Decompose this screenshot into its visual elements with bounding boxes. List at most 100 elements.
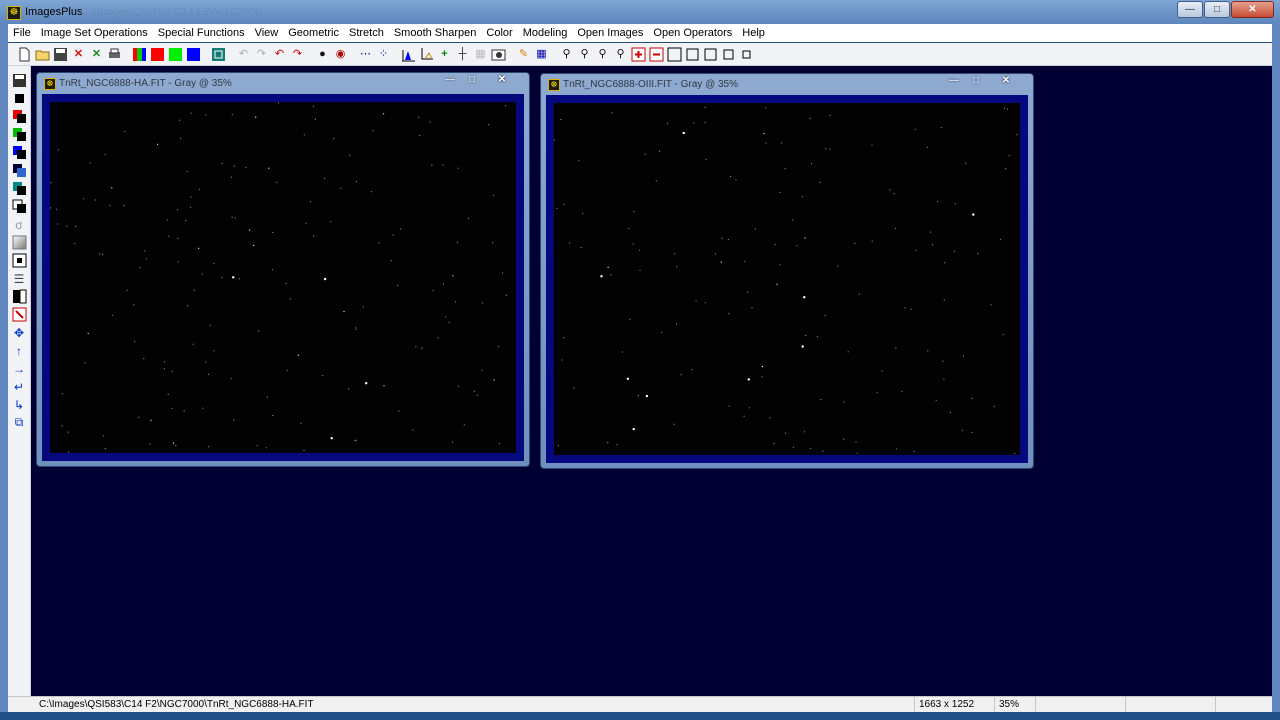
child-app-icon: ☸ [548, 79, 560, 91]
frame-5-icon[interactable] [738, 46, 755, 63]
frame-1-icon[interactable] [666, 46, 683, 63]
move-icon[interactable]: ✥ [11, 324, 28, 341]
crop-icon[interactable] [418, 46, 435, 63]
maximize-icon[interactable]: □ [1204, 1, 1230, 18]
star-dot [854, 242, 856, 245]
list-tool-icon[interactable]: ☰ [11, 270, 28, 287]
star-dot [322, 375, 324, 377]
point-icon[interactable]: ● [314, 46, 331, 63]
menu-open-images[interactable]: Open Images [572, 27, 648, 39]
menu-color[interactable]: Color [481, 27, 517, 39]
save-tool-icon[interactable] [11, 72, 28, 89]
close-icon[interactable]: ✕ [987, 74, 1025, 88]
blue-channel-icon[interactable] [185, 46, 202, 63]
frame-4-icon[interactable] [720, 46, 737, 63]
open-folder-icon[interactable] [34, 46, 51, 63]
right-arrow-icon[interactable]: → [11, 360, 28, 377]
close-icon[interactable]: ✕ [1231, 1, 1274, 18]
zoom-fit-icon[interactable]: ⚲ [594, 46, 611, 63]
selection-icon[interactable] [11, 306, 28, 323]
image-canvas[interactable] [554, 103, 1020, 455]
star-dot [901, 390, 903, 392]
frame-2-icon[interactable] [684, 46, 701, 63]
redo-all-icon[interactable]: ↷ [289, 46, 306, 63]
white-black-icon[interactable] [11, 198, 28, 215]
maximize-icon[interactable]: □ [461, 73, 483, 87]
minimize-icon[interactable]: — [943, 74, 965, 88]
menu-smooth-sharpen[interactable]: Smooth Sharpen [389, 27, 482, 39]
star-dot [176, 209, 179, 211]
zoom-out-icon[interactable]: ⚲ [576, 46, 593, 63]
blue-gray-icon[interactable] [11, 162, 28, 179]
histogram-icon[interactable] [400, 46, 417, 63]
star-dot [557, 444, 559, 446]
star-dot [207, 446, 210, 448]
half-tone-icon[interactable] [11, 288, 28, 305]
menu-file[interactable]: File [8, 27, 36, 39]
target-icon[interactable]: ◉ [332, 46, 349, 63]
line-profile-icon[interactable]: ⋯ [357, 46, 374, 63]
save-icon[interactable] [52, 46, 69, 63]
blue-black-icon[interactable] [11, 144, 28, 161]
up-arrow-icon[interactable]: ↑ [11, 342, 28, 359]
close-all-icon[interactable]: ✕ [88, 46, 105, 63]
registration-icon[interactable]: ┼ [454, 46, 471, 63]
minimize-icon[interactable]: — [1177, 1, 1203, 18]
minimize-icon[interactable]: — [439, 73, 461, 87]
cyan-black-icon[interactable] [11, 180, 28, 197]
crosshair-icon[interactable]: + [436, 46, 453, 63]
star-dot [209, 324, 211, 326]
luminance-icon[interactable] [210, 46, 227, 63]
zoom-plus-icon[interactable] [630, 46, 647, 63]
table-icon[interactable]: ▦ [533, 46, 550, 63]
star-profile-icon[interactable]: ⁘ [375, 46, 392, 63]
menu-open-operators[interactable]: Open Operators [648, 27, 737, 39]
app-icon[interactable]: ☸ [7, 6, 21, 20]
menu-stretch[interactable]: Stretch [344, 27, 389, 39]
image-window-ha[interactable]: ☸ TnRt_NGC6888-HA.FIT - Gray @ 35% — □ ✕ [36, 72, 530, 467]
star-dot [607, 442, 609, 444]
toolbar: ✕ ✕ ↶ ↷ ↶ ↷ ● ◉ ⋯ ⁘ + ┼ ▦ ✎ ▦ ⚲ ⚲ ⚲ ⚲ [8, 43, 1272, 66]
rgb-channels-icon[interactable] [131, 46, 148, 63]
menu-modeling[interactable]: Modeling [518, 27, 573, 39]
image-window-oiii[interactable]: ☸ TnRt_NGC6888-OIII.FIT - Gray @ 35% — □… [540, 73, 1034, 469]
star-dot [286, 369, 288, 372]
star-dot [442, 164, 444, 166]
sigma-icon[interactable]: σ [11, 216, 28, 233]
star-dot [674, 253, 676, 255]
star-dot [104, 448, 106, 450]
print-icon[interactable] [106, 46, 123, 63]
black-square-icon[interactable] [11, 90, 28, 107]
menu-special-functions[interactable]: Special Functions [153, 27, 250, 39]
redo-icon[interactable]: ↷ [253, 46, 270, 63]
gradient-icon[interactable] [11, 234, 28, 251]
zoom-minus-icon[interactable] [648, 46, 665, 63]
menu-image-set-operations[interactable]: Image Set Operations [36, 27, 153, 39]
rotate-right-icon[interactable]: ↳ [11, 396, 28, 413]
frame-tool-icon[interactable] [11, 252, 28, 269]
star-dot [190, 206, 192, 208]
color-picker-icon[interactable] [490, 46, 507, 63]
new-file-icon[interactable] [16, 46, 33, 63]
menu-view[interactable]: View [250, 27, 284, 39]
frame-3-icon[interactable] [702, 46, 719, 63]
undo-all-icon[interactable]: ↶ [271, 46, 288, 63]
zoom-in-icon[interactable]: ⚲ [558, 46, 575, 63]
copy-icon[interactable]: ⧉ [11, 414, 28, 431]
menu-geometric[interactable]: Geometric [283, 27, 344, 39]
red-channel-icon[interactable] [149, 46, 166, 63]
close-image-icon[interactable]: ✕ [70, 46, 87, 63]
grid-icon[interactable]: ▦ [472, 46, 489, 63]
zoom-100-icon[interactable]: ⚲ [612, 46, 629, 63]
maximize-icon[interactable]: □ [965, 74, 987, 88]
image-window-title: TnRt_NGC6888-HA.FIT - Gray @ 35% [59, 78, 232, 89]
red-black-icon[interactable] [11, 108, 28, 125]
edit-icon[interactable]: ✎ [515, 46, 532, 63]
green-black-icon[interactable] [11, 126, 28, 143]
undo-icon[interactable]: ↶ [235, 46, 252, 63]
rotate-left-icon[interactable]: ↵ [11, 378, 28, 395]
close-icon[interactable]: ✕ [483, 73, 521, 87]
image-canvas[interactable] [50, 102, 516, 453]
menu-help[interactable]: Help [737, 27, 770, 39]
green-channel-icon[interactable] [167, 46, 184, 63]
